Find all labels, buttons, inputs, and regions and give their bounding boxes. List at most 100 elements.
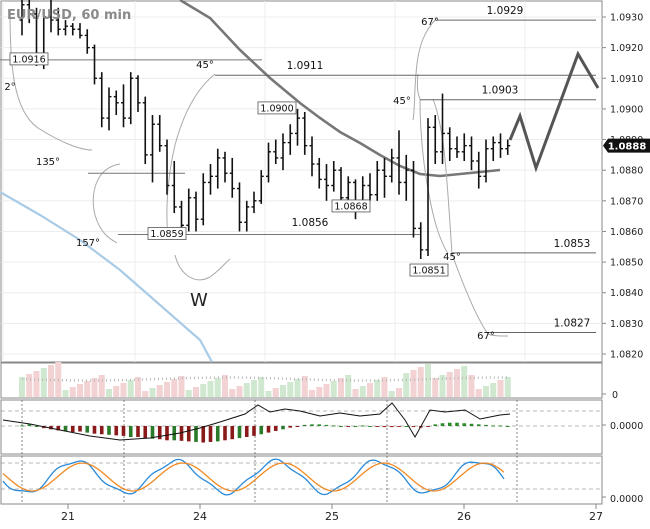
volume-bar — [504, 377, 511, 397]
histogram-bar — [223, 426, 227, 441]
y-tick-label: 1.0870 — [610, 196, 643, 207]
y-tick-label: 1.0880 — [610, 166, 643, 177]
y-tick-label: 1.0820 — [610, 350, 643, 361]
y-tick-label: 1.0850 — [610, 258, 643, 269]
histogram-bar — [353, 426, 358, 427]
volume-bar — [272, 388, 279, 397]
y-tick-label: 1.0860 — [610, 227, 643, 238]
histogram-bar — [157, 426, 162, 440]
volume-bar — [483, 386, 489, 397]
histogram-bar — [281, 426, 285, 430]
histogram-bar — [346, 426, 351, 427]
histogram-bar — [78, 426, 82, 432]
volume-bar — [345, 375, 352, 397]
x-tick-label: 24 — [193, 510, 207, 523]
histogram-bar — [266, 426, 271, 433]
histogram-bar — [484, 424, 488, 426]
volume-bar — [207, 381, 214, 397]
volume-bar — [48, 365, 54, 397]
histogram-bar — [186, 426, 191, 442]
histogram-bar — [128, 426, 133, 437]
histogram-bar — [317, 424, 322, 426]
histogram-bar — [302, 424, 307, 426]
volume-bar — [69, 387, 76, 397]
histogram-bar — [310, 424, 314, 426]
volume-bar — [142, 391, 149, 397]
histogram-bar — [295, 426, 300, 427]
chart-title: EUR/USD, 60 min — [7, 8, 131, 23]
volume-bar — [490, 383, 497, 397]
volume-bar — [171, 379, 178, 397]
volume-bar — [178, 376, 185, 397]
price-box-label: 1.0916 — [12, 54, 45, 65]
volume-bar — [367, 383, 373, 397]
volume-bar — [120, 383, 127, 397]
histogram-bar — [440, 423, 445, 426]
y-tick-label: 1.0910 — [610, 74, 643, 85]
volume-bar — [454, 369, 460, 397]
volume-bar — [425, 364, 431, 397]
volume-bar — [475, 389, 482, 397]
histogram-bar — [491, 425, 496, 427]
volume-bar — [388, 391, 395, 397]
volume-bar — [236, 386, 243, 397]
y-tick-label: 1.0900 — [610, 104, 643, 115]
angle-label: 45° — [196, 60, 214, 71]
histogram-bar — [34, 426, 39, 427]
fib-level-label: 1.0929 — [487, 5, 524, 17]
volume-bar — [497, 380, 504, 397]
histogram-bar — [368, 426, 372, 427]
volume-bar — [417, 367, 424, 397]
histogram-bar — [331, 425, 336, 427]
histogram-bar — [433, 424, 438, 426]
histogram-bar — [244, 426, 249, 437]
volume-bar — [410, 370, 417, 397]
x-tick-label: 21 — [61, 510, 75, 523]
price-box-label: 1.0900 — [260, 103, 293, 114]
volume-bar — [251, 380, 257, 397]
y-tick-label: 1.0930 — [610, 13, 643, 24]
histogram-bar — [447, 422, 452, 426]
histogram-bar — [99, 426, 104, 435]
volume-bar — [309, 390, 315, 397]
volume-bar — [33, 371, 40, 397]
histogram-bar — [389, 426, 394, 428]
histogram-bar — [136, 426, 140, 437]
histogram-bar — [20, 425, 24, 427]
histogram-bar — [273, 426, 278, 431]
histogram-bar — [288, 426, 293, 428]
fib-level-label: 1.0911 — [287, 60, 324, 72]
volume-bar — [229, 389, 236, 397]
histogram-bar — [426, 426, 430, 427]
volume-bar — [185, 390, 192, 397]
volume-y-label: 0 — [612, 390, 618, 401]
histogram-bar — [143, 426, 148, 439]
angle-label: 45° — [443, 252, 461, 263]
price-box-label: 1.0859 — [150, 229, 183, 240]
histogram-bar — [165, 426, 169, 441]
angle-label: 135° — [36, 157, 60, 168]
x-tick-label: 26 — [457, 510, 471, 523]
histogram-bar — [455, 422, 459, 426]
chart-root: 1.0929 1.0911 1.0903 1.0853 1.0827 1.0916 1.0… — [0, 0, 650, 525]
histogram-bar — [85, 426, 90, 433]
histogram-bar — [375, 426, 380, 427]
oscillator-y-label: 0.0000 — [610, 494, 643, 505]
volume-bar — [287, 382, 294, 397]
fib-level-label: 1.0903 — [482, 85, 519, 97]
histogram-bar — [150, 426, 155, 439]
angle-label: 2° — [4, 82, 15, 93]
histogram-bar — [70, 426, 75, 433]
price-label: 1.0856 — [292, 217, 329, 229]
histogram-bar — [172, 426, 177, 441]
histogram-bar — [324, 424, 329, 426]
histogram-bar — [107, 426, 111, 435]
volume-bar — [374, 380, 381, 397]
price-box-label: 1.0868 — [334, 201, 367, 212]
volume-bar — [323, 384, 330, 397]
fib-level-label: 1.0853 — [554, 238, 591, 250]
volume-bar — [98, 375, 105, 397]
volume-bar — [243, 383, 250, 397]
histogram-bar — [339, 426, 343, 427]
y-tick-label: 1.0830 — [610, 319, 643, 330]
